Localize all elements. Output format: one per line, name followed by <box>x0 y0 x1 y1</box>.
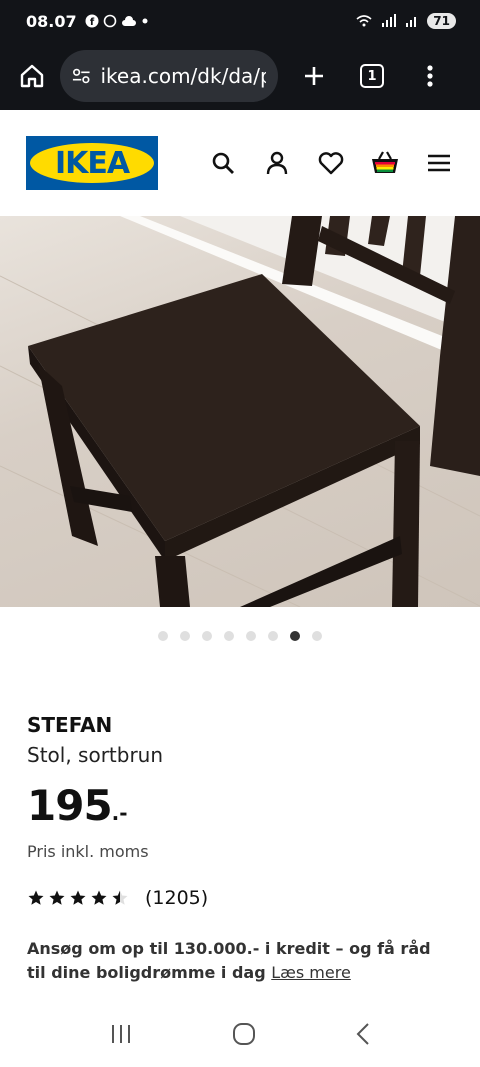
star-rating <box>27 889 129 907</box>
cloud-icon <box>121 16 136 26</box>
carousel-dot[interactable] <box>224 631 234 641</box>
browser-menu-button[interactable] <box>412 58 448 94</box>
url-text: ikea.com/dk/da/p/ <box>100 64 267 88</box>
favorites-button[interactable] <box>316 148 346 178</box>
ikea-logo[interactable]: IKEA <box>26 136 158 190</box>
status-time: 08.07 <box>26 11 77 31</box>
product-image[interactable] <box>0 216 480 607</box>
dot-icon <box>142 18 148 24</box>
carousel-dots <box>0 631 480 641</box>
back-button[interactable] <box>355 1022 371 1050</box>
carousel-dot[interactable] <box>246 631 256 641</box>
svg-text:f: f <box>89 17 94 28</box>
credit-offer: Ansøg om op til 130.000.- i kredit – og … <box>27 937 453 985</box>
site-header: IKEA <box>0 110 480 216</box>
new-tab-button[interactable] <box>296 58 332 94</box>
recent-apps-button[interactable] <box>109 1023 133 1049</box>
signal-icon-2 <box>406 17 417 27</box>
rating[interactable]: (1205) <box>27 887 453 909</box>
carousel-dot[interactable] <box>180 631 190 641</box>
chair-photo <box>0 216 480 607</box>
recent-apps-icon <box>112 1025 131 1043</box>
user-icon <box>266 151 288 175</box>
carousel-dot[interactable] <box>290 631 300 641</box>
credit-text: Ansøg om op til 130.000.- i kredit – og … <box>27 939 431 982</box>
home-button[interactable] <box>14 58 50 94</box>
cart-button[interactable] <box>370 148 400 178</box>
read-more-link[interactable]: Læs mere <box>271 963 351 982</box>
logo-oval: IKEA <box>30 143 154 183</box>
star-icon <box>49 890 65 905</box>
logo-text: IKEA <box>54 145 130 181</box>
product-info: STEFAN Stol, sortbrun 195 .- Pris inkl. … <box>0 713 480 985</box>
product-description: Stol, sortbrun <box>27 743 164 767</box>
menu-button[interactable] <box>424 148 454 178</box>
home-nav-button[interactable] <box>232 1022 256 1050</box>
price-value: 195 <box>27 781 113 830</box>
search-icon <box>212 152 234 174</box>
cart-icon <box>372 151 398 173</box>
carousel-dot[interactable] <box>268 631 278 641</box>
more-vertical-icon <box>427 65 433 87</box>
tab-switcher-button[interactable]: 1 <box>354 58 390 94</box>
review-count: (1205) <box>145 887 209 909</box>
battery-indicator: 71 <box>427 13 456 29</box>
system-nav-bar <box>0 1005 480 1067</box>
carousel-dot[interactable] <box>158 631 168 641</box>
tab-count: 1 <box>360 64 384 88</box>
whatsapp-icon <box>103 14 116 28</box>
plus-icon <box>305 67 323 85</box>
wifi-icon <box>356 15 372 27</box>
price-suffix: .- <box>111 801 128 825</box>
star-icon <box>28 890 44 905</box>
signal-icon <box>382 14 397 27</box>
star-icon <box>91 890 107 905</box>
product-name: STEFAN <box>27 713 113 737</box>
address-bar[interactable]: ikea.com/dk/da/p/ <box>60 50 278 102</box>
menu-icon <box>428 154 450 172</box>
site-settings-icon <box>72 68 90 84</box>
heart-icon <box>318 152 344 175</box>
price: 195 .- <box>27 781 453 830</box>
home-nav-icon <box>232 1023 255 1045</box>
account-button[interactable] <box>262 148 292 178</box>
home-icon <box>20 64 44 88</box>
star-icon <box>112 890 128 905</box>
vat-note: Pris inkl. moms <box>27 842 149 861</box>
search-button[interactable] <box>208 148 238 178</box>
back-icon <box>356 1023 369 1045</box>
carousel-dot[interactable] <box>202 631 212 641</box>
carousel-dot[interactable] <box>312 631 322 641</box>
browser-toolbar: ikea.com/dk/da/p/ 1 <box>0 42 480 110</box>
status-bar: 08.07 f 71 <box>0 0 480 42</box>
star-icon <box>70 890 86 905</box>
facebook-icon: f <box>85 14 99 28</box>
